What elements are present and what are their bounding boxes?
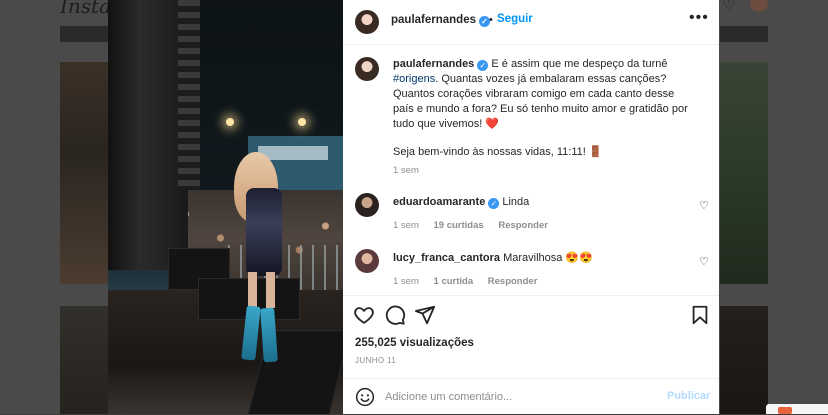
comment-item: eduardoamarante ✓ Linda	[393, 196, 529, 209]
verified-badge-icon: ✓	[488, 198, 500, 209]
background-thumbnail	[720, 306, 768, 414]
publish-button[interactable]: Publicar	[667, 390, 710, 402]
author-avatar[interactable]	[355, 10, 379, 34]
add-comment-bar: Publicar	[343, 378, 719, 415]
comment-timestamp[interactable]: 1 sem	[393, 276, 419, 287]
post-details-panel: paulafernandes ✓ • Seguir ••• paulafernan…	[343, 0, 719, 414]
comment-like-heart-icon[interactable]: ♡	[699, 199, 711, 212]
background-thumbnail	[720, 26, 768, 42]
comment-text: Linda	[502, 196, 530, 208]
post-date[interactable]: JUNHO 11	[355, 356, 396, 365]
caption-author-avatar[interactable]	[355, 57, 379, 81]
comment-item: lucy_franca_cantora Maravilhosa 😍😍	[393, 251, 593, 264]
separator-dot: •	[489, 14, 493, 26]
comment-likes-count[interactable]: 19 curtidas	[434, 220, 484, 231]
profile-avatar	[750, 0, 768, 12]
post-header: paulafernandes ✓ • Seguir •••	[343, 0, 719, 45]
post-caption: paulafernandes ✓ E é assim que me despeço…	[393, 57, 693, 160]
caption-paragraph-2: Seja bem-vindo às nossas vidas, 11:11! 🚪	[393, 146, 603, 158]
heart-icon[interactable]	[353, 304, 375, 326]
comment-meta: 1 sem 1 curtida Responder	[393, 276, 537, 287]
views-count[interactable]: 255,025 visualizações	[355, 337, 474, 349]
background-thumbnail	[60, 62, 108, 284]
caption-hashtag[interactable]: #origens	[393, 73, 435, 85]
reply-button[interactable]: Responder	[488, 276, 538, 287]
send-icon[interactable]	[414, 304, 436, 326]
comment-input[interactable]	[385, 389, 655, 405]
bookmark-icon[interactable]	[689, 304, 711, 326]
background-thumbnail	[720, 62, 768, 284]
caption-text-start: E é assim que me despeço da turnê	[491, 58, 668, 70]
reply-button[interactable]: Responder	[498, 220, 548, 231]
caption-timestamp[interactable]: 1 sem	[393, 165, 419, 176]
more-options-icon[interactable]: •••	[689, 9, 709, 27]
background-thumbnail	[60, 26, 108, 42]
comment-icon[interactable]	[384, 304, 406, 326]
commenter-avatar[interactable]	[355, 193, 379, 217]
corner-widget	[766, 404, 828, 414]
comment-likes-count[interactable]: 1 curtida	[434, 276, 474, 287]
activity-heart-icon: ♡	[722, 0, 736, 14]
comment-meta: 1 sem 19 curtidas Responder	[393, 220, 548, 231]
comment-username[interactable]: lucy_franca_cantora	[393, 252, 500, 264]
comment-username[interactable]: eduardoamarante	[393, 196, 485, 208]
caption-username[interactable]: paulafernandes	[393, 58, 474, 70]
commenter-avatar[interactable]	[355, 249, 379, 273]
comment-text: Maravilhosa 😍😍	[503, 252, 593, 264]
verified-badge-icon: ✓	[477, 60, 489, 71]
post-photo[interactable]	[108, 0, 343, 414]
post-actions: 255,025 visualizações JUNHO 11	[343, 295, 719, 386]
background-thumbnail	[60, 306, 108, 414]
smiley-icon[interactable]	[355, 387, 375, 407]
comment-like-heart-icon[interactable]: ♡	[699, 255, 711, 268]
follow-button[interactable]: Seguir	[497, 13, 533, 25]
caption-text-end: . Quantas vozes já embalaram essas cançõ…	[393, 73, 688, 130]
comment-timestamp[interactable]: 1 sem	[393, 220, 419, 231]
author-username[interactable]: paulafernandes ✓	[391, 14, 490, 27]
